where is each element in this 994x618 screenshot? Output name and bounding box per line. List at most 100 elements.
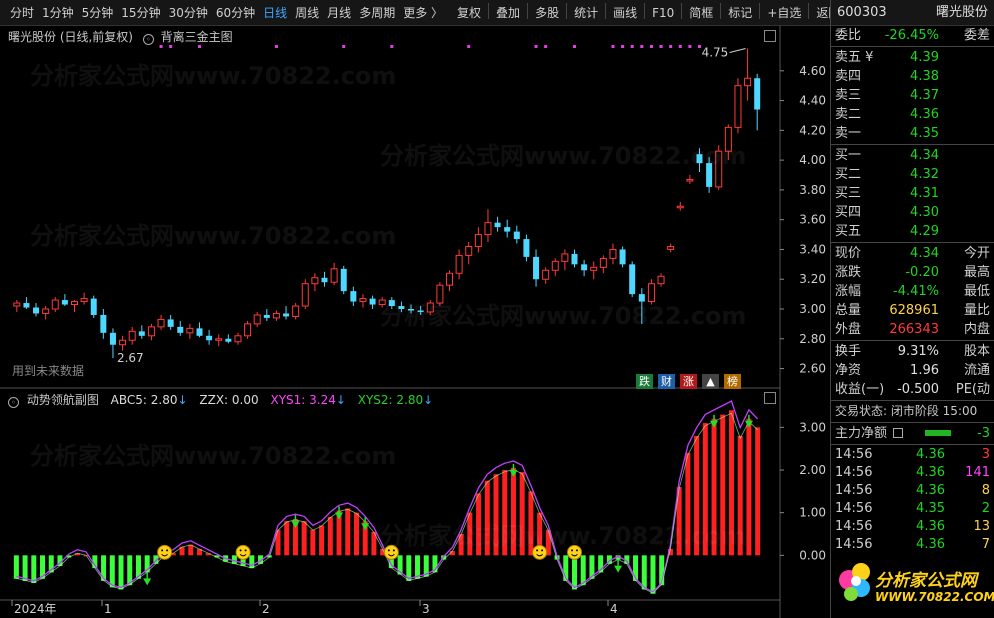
y-tick-label: 3.20	[799, 272, 826, 286]
sub-y-tick-label: 2.00	[799, 463, 826, 477]
candle	[408, 304, 415, 314]
sub-bar	[711, 418, 717, 556]
quote-row-label: 外盘	[835, 322, 862, 337]
toolbar-button[interactable]: 标记	[724, 3, 756, 23]
period-toolbar: 分时 1分钟 5分钟 15分钟 30分钟 60分钟 日线 周线 月线 多周期 更多 〉 复权 叠加 多股…	[0, 0, 840, 26]
x-tick-label: 4	[610, 602, 618, 616]
smiley-face	[383, 544, 399, 560]
candle	[629, 261, 636, 298]
quote-row: 卖四 4.38	[831, 67, 994, 86]
divider	[831, 46, 994, 47]
period-tab[interactable]: 周线	[291, 3, 323, 23]
sub-bar	[510, 467, 516, 556]
window-restore-icon[interactable]	[764, 30, 776, 42]
chart-area[interactable]: 4.60 4.40 4.20 4.00 3.80 3.60 3.40 3.20 3.00 2.80…	[0, 26, 830, 618]
tick-row[interactable]: 14:56 4.36 3	[831, 446, 994, 464]
period-tab[interactable]: 多周期	[355, 3, 399, 23]
candle-body	[90, 298, 97, 315]
future-data-note: 用到未来数据	[12, 364, 85, 378]
window-restore-icon[interactable]	[764, 392, 776, 404]
pinwheel-icon	[839, 563, 870, 601]
candle	[263, 309, 270, 321]
toolbar-button[interactable]: 叠加	[492, 3, 524, 23]
period-tab[interactable]: 15分钟	[117, 3, 164, 23]
quote-row-value: 4.34	[910, 246, 939, 261]
candle	[196, 322, 203, 338]
trading-status-text: 交易状态: 闭市阶段 15:00	[835, 404, 978, 418]
toolbar-button[interactable]: +自选	[763, 3, 805, 23]
quote-row-side-label: 最低	[963, 284, 990, 299]
event-flag[interactable]: 财	[658, 374, 675, 389]
quote-row-side-label: 股本	[963, 344, 990, 359]
list-icon[interactable]	[893, 428, 903, 438]
sub-settings-icon[interactable]: ◦	[8, 397, 19, 408]
quote-row-label: 卖二	[835, 107, 862, 122]
candle	[523, 234, 530, 262]
divider	[831, 340, 994, 341]
sub-indicator-name[interactable]: 动势领航副图	[27, 393, 99, 407]
event-flag[interactable]: 跌	[636, 374, 653, 389]
tick-row[interactable]: 14:56 4.36 141	[831, 464, 994, 482]
candle-body	[378, 299, 386, 306]
signal-dot	[630, 45, 634, 48]
toolbar-button[interactable]: 复权	[453, 3, 485, 23]
candle-body	[474, 234, 482, 247]
event-flag[interactable]: ▲	[702, 374, 719, 389]
candle	[715, 145, 723, 190]
toolbar-button[interactable]: 多股	[531, 3, 563, 23]
candle-body	[23, 303, 30, 308]
toolbar-button[interactable]: 统计	[570, 3, 602, 23]
logo-url: WWW.70822.COM	[875, 590, 994, 604]
period-tab[interactable]: 日线	[259, 3, 291, 23]
tick-row[interactable]: 14:56 4.36 8	[831, 482, 994, 500]
main-net-row[interactable]: 主力净额 -3	[831, 424, 994, 443]
y-tick-label: 2.60	[799, 362, 826, 376]
signal-dot	[169, 45, 173, 48]
quote-row-side-label: 今开	[963, 246, 990, 261]
candle-body	[321, 277, 328, 283]
candle	[244, 320, 252, 339]
indicator-settings-icon[interactable]: ◦	[142, 34, 154, 45]
candle-body	[398, 306, 405, 310]
toolbar-button[interactable]: F10	[648, 3, 678, 23]
candle-body	[542, 269, 550, 280]
candle-body	[109, 332, 116, 345]
sub-bar	[502, 470, 508, 556]
period-tab[interactable]: 月线	[323, 3, 355, 23]
candle	[734, 78, 742, 134]
toolbar-divider	[644, 2, 646, 19]
event-flag[interactable]: 涨	[680, 374, 697, 389]
chart-canvas[interactable]: 4.60 4.40 4.20 4.00 3.80 3.60 3.40 3.20 3.00 2.80…	[0, 26, 830, 618]
candle	[455, 249, 463, 280]
candle	[350, 286, 357, 307]
quote-row-label: 涨跌	[835, 265, 862, 280]
period-tab[interactable]: 30分钟	[165, 3, 212, 23]
sub-bar	[519, 472, 525, 556]
tick-row[interactable]: 14:56 4.36 13	[831, 518, 994, 536]
period-tab[interactable]: 1分钟	[38, 3, 78, 23]
sub-bar	[493, 474, 499, 556]
period-tab[interactable]: 分时	[6, 3, 38, 23]
period-tab[interactable]: 5分钟	[78, 3, 118, 23]
candle	[292, 303, 300, 320]
candle-body	[696, 154, 703, 164]
candle	[177, 320, 184, 336]
smiley-eye	[536, 549, 539, 552]
event-flag[interactable]: 榜	[724, 374, 741, 389]
x-tick-label: 2	[262, 602, 270, 616]
main-indicator-name[interactable]: 背离三金主图	[161, 30, 233, 44]
candle-body	[225, 338, 232, 342]
candle	[446, 270, 453, 292]
sub-bar	[249, 555, 255, 569]
down-arrow-icon	[143, 578, 152, 586]
toolbar-button[interactable]: 简框	[685, 3, 717, 23]
candle	[686, 175, 694, 184]
y-tick-label: 2.80	[799, 332, 826, 346]
period-tab[interactable]: 60分钟	[212, 3, 259, 23]
tick-row[interactable]: 14:56 4.35 2	[831, 500, 994, 518]
quote-panel: 600303 曙光股份 委比 -26.45% 委差 卖五 ¥ 4.39 卖四 4.38…	[830, 0, 994, 618]
toolbar-button[interactable]: 画线	[609, 3, 641, 23]
quote-row: 卖三 4.37	[831, 86, 994, 105]
period-tab[interactable]: 更多 〉	[399, 3, 447, 23]
stock-name: 曙光股份	[935, 5, 988, 20]
